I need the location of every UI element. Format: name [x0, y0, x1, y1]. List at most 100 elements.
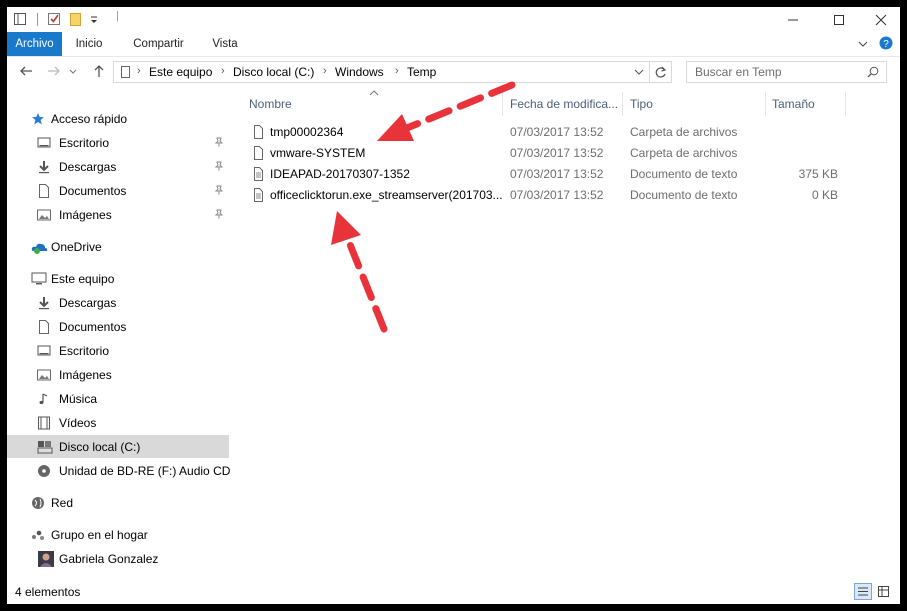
file-type: Documento de texto	[630, 167, 738, 181]
file-row[interactable]: officeclicktorun.exe_streamserver(201703…	[246, 185, 846, 206]
minimize-button[interactable]	[770, 7, 816, 32]
document-icon	[39, 319, 49, 334]
file-row[interactable]: vmware-SYSTEM 07/03/2017 13:52 Carpeta d…	[246, 143, 846, 164]
star-icon	[32, 112, 44, 124]
nav-item-imagenes-pc[interactable]: Imágenes	[7, 363, 229, 386]
column-divider[interactable]	[622, 92, 623, 116]
forward-button[interactable]	[45, 64, 63, 82]
expand-ribbon-icon[interactable]	[858, 40, 868, 48]
nav-label: Escritorio	[59, 343, 110, 358]
nav-label: Gabriela Gonzalez	[59, 551, 159, 566]
breadcrumb-separator: ›	[395, 65, 399, 77]
column-header-date[interactable]: Fecha de modifica...	[510, 92, 618, 116]
customize-toolbar-icon[interactable]	[89, 12, 99, 26]
tab-vista[interactable]: Vista	[204, 32, 246, 56]
homegroup-icon	[32, 530, 44, 540]
nav-item-descargas-pc[interactable]: Descargas	[7, 291, 229, 314]
tab-compartir[interactable]: Compartir	[125, 32, 192, 56]
new-folder-icon[interactable]	[69, 12, 83, 26]
help-icon[interactable]: ?	[879, 36, 893, 50]
nav-item-bd-re[interactable]: Unidad de BD-RE (F:) Audio CD	[7, 459, 231, 482]
back-button[interactable]	[17, 64, 35, 82]
close-button[interactable]	[862, 7, 900, 32]
pin-icon[interactable]	[214, 209, 224, 219]
nav-item-documentos[interactable]: Documentos	[7, 179, 229, 202]
up-button[interactable]	[90, 64, 108, 82]
nav-label: Grupo en el hogar	[51, 527, 148, 542]
address-dropdown-icon[interactable]	[634, 67, 644, 77]
item-count: 4 elementos	[15, 585, 81, 599]
nav-item-documentos-pc[interactable]: Documentos	[7, 315, 229, 338]
sort-ascending-icon	[369, 90, 379, 96]
tab-inicio[interactable]: Inicio	[65, 32, 113, 56]
nav-label: Unidad de BD-RE (F:) Audio CD	[59, 463, 231, 478]
column-header-size[interactable]: Tamaño	[772, 92, 815, 116]
maximize-button[interactable]	[816, 7, 862, 32]
window-properties-icon[interactable]	[13, 12, 27, 26]
breadcrumb-separator: ›	[221, 65, 225, 77]
breadcrumb-windows[interactable]: Windows	[335, 65, 384, 79]
search-icon[interactable]	[867, 66, 879, 78]
refresh-button[interactable]	[650, 61, 672, 83]
address-row: › Este equipo › Disco local (C:) › Windo…	[7, 56, 900, 89]
nav-item-descargas[interactable]: Descargas	[7, 155, 229, 178]
title-separator: |	[116, 10, 119, 22]
nav-onedrive[interactable]: OneDrive	[7, 235, 229, 258]
forward-arrow-icon	[48, 66, 60, 76]
nav-label: Imágenes	[59, 207, 112, 222]
column-header-name[interactable]: Nombre	[249, 92, 292, 116]
file-type: Carpeta de archivos	[630, 125, 738, 139]
nav-user[interactable]: Gabriela Gonzalez	[7, 547, 229, 570]
pictures-icon	[37, 369, 51, 380]
search-box[interactable]: Buscar en Temp	[686, 61, 887, 83]
nav-item-musica[interactable]: Música	[7, 387, 229, 410]
file-name: vmware-SYSTEM	[270, 146, 366, 160]
breadcrumb-separator: ›	[137, 65, 141, 77]
breadcrumb-disco-local[interactable]: Disco local (C:)	[233, 65, 314, 79]
file-row[interactable]: tmp00002364 07/03/2017 13:52 Carpeta de …	[246, 122, 846, 143]
nav-item-videos[interactable]: Vídeos	[7, 411, 229, 434]
properties-check-icon[interactable]	[47, 12, 61, 26]
pictures-icon	[37, 209, 51, 220]
nav-item-escritorio[interactable]: Escritorio	[7, 131, 229, 154]
refresh-icon	[655, 66, 667, 78]
breadcrumb-temp[interactable]: Temp	[407, 65, 436, 79]
annotation-arrow-lower	[331, 211, 388, 333]
large-icons-view-button[interactable]	[875, 583, 893, 600]
pin-icon[interactable]	[214, 185, 224, 195]
details-view-button[interactable]	[854, 583, 872, 600]
column-header-type[interactable]: Tipo	[630, 92, 653, 116]
navigation-pane: Acceso rápido Escritorio Descargas Docum…	[7, 89, 231, 579]
address-bar[interactable]: › Este equipo › Disco local (C:) › Windo…	[113, 61, 650, 83]
nav-item-disco-local[interactable]: Disco local (C:)	[7, 435, 229, 458]
drive-icon	[37, 440, 53, 453]
pin-icon[interactable]	[214, 137, 224, 147]
close-icon	[875, 14, 887, 25]
desktop-icon	[37, 345, 51, 355]
nav-item-escritorio-pc[interactable]: Escritorio	[7, 339, 229, 362]
recent-locations-button[interactable]	[67, 64, 79, 82]
tab-archivo[interactable]: Archivo	[7, 32, 62, 56]
network-icon	[32, 496, 44, 509]
file-date: 07/03/2017 13:52	[510, 188, 604, 202]
column-divider[interactable]	[845, 92, 846, 116]
pin-icon[interactable]	[214, 161, 224, 171]
back-arrow-icon	[20, 66, 32, 76]
file-date: 07/03/2017 13:52	[510, 167, 604, 181]
nav-homegroup[interactable]: Grupo en el hogar	[7, 523, 229, 546]
breadcrumb-este-equipo[interactable]: Este equipo	[149, 65, 212, 79]
this-pc-icon	[121, 66, 130, 78]
nav-this-pc[interactable]: Este equipo	[7, 267, 229, 290]
column-divider[interactable]	[765, 92, 766, 116]
folder-icon	[254, 146, 263, 160]
file-row[interactable]: IDEAPAD-20170307-1352 07/03/2017 13:52 D…	[246, 164, 846, 185]
nav-label: Acceso rápido	[51, 111, 128, 126]
nav-label: Escritorio	[59, 135, 110, 150]
nav-label: Descargas	[59, 159, 117, 174]
nav-item-imagenes[interactable]: Imágenes	[7, 203, 229, 226]
nav-network[interactable]: Red	[7, 491, 229, 514]
column-divider[interactable]	[502, 92, 503, 116]
nav-label: Este equipo	[51, 271, 115, 286]
nav-label: Música	[59, 391, 98, 406]
nav-quick-access[interactable]: Acceso rápido	[7, 107, 229, 130]
